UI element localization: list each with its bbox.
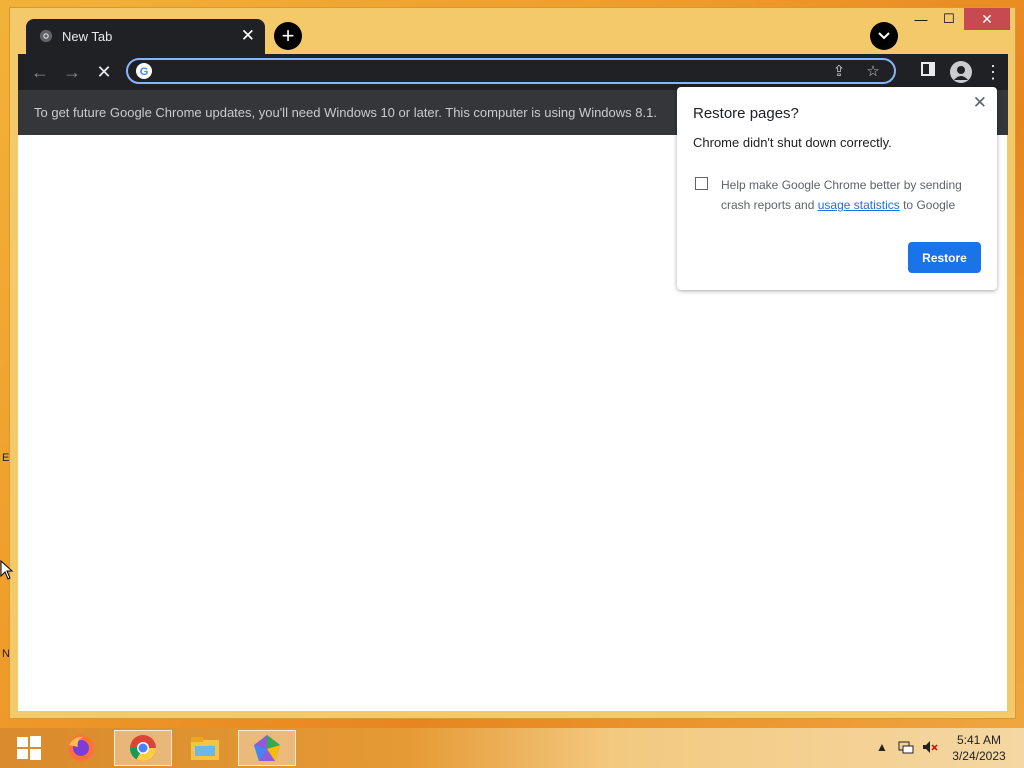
crash-reports-checkbox[interactable] [695,177,708,190]
window-close-button[interactable]: ✕ [964,8,1010,30]
new-tab-button[interactable]: + [274,22,302,50]
taskbar: ▲ 5:41 AM 3/24/2023 [0,728,1024,768]
back-arrow-icon[interactable]: ← [30,62,50,82]
file-explorer-icon[interactable] [176,730,234,766]
infobar-message: To get future Google Chrome updates, you… [34,105,657,120]
tab-strip: New Tab ✕ + — ☐ ✕ [10,8,1015,54]
system-clock[interactable]: 5:41 AM 3/24/2023 [948,732,1010,764]
google-icon: G [136,63,152,79]
clock-date: 3/24/2023 [952,749,1006,763]
usage-statistics-link[interactable]: usage statistics [818,198,900,212]
address-bar[interactable]: G ⇪ ☆ [126,58,896,84]
checkbox-label-suffix: to Google [899,198,956,212]
tab-title: New Tab [62,29,113,44]
app-icon[interactable] [238,730,296,766]
menu-kebab-icon[interactable]: ⋮ [983,62,1003,82]
tab-new-tab[interactable]: New Tab ✕ [26,19,265,54]
forward-arrow-icon[interactable]: → [62,62,82,82]
dialog-close-icon[interactable]: ✕ [973,93,987,113]
chevron-down-icon [878,32,890,40]
show-hidden-icons-icon[interactable]: ▲ [876,740,888,754]
volume-muted-icon[interactable] [922,740,938,757]
clock-time: 5:41 AM [956,733,1002,747]
network-icon[interactable] [898,740,914,757]
dialog-message: Chrome didn't shut down correctly. [693,135,892,150]
restore-pages-dialog: Restore pages? ✕ Chrome didn't shut down… [677,87,997,290]
chrome-icon[interactable] [114,730,172,766]
desktop-icon-label: E [2,452,10,464]
dialog-title: Restore pages? [693,105,799,122]
stop-loading-icon[interactable]: ✕ [94,62,114,82]
restore-button[interactable]: Restore [908,242,981,273]
desktop-icon-label: N [2,648,10,660]
minimize-button[interactable]: — [908,8,934,30]
tab-search-button[interactable] [870,22,898,50]
bookmark-star-icon[interactable]: ☆ [864,63,882,81]
tab-close-icon[interactable]: ✕ [241,26,255,46]
svg-text:G: G [140,66,149,78]
maximize-button[interactable]: ☐ [936,8,962,30]
browser-toolbar: ← → ✕ G ⇪ ☆ ⋮ [18,54,1008,90]
share-icon[interactable]: ⇪ [830,63,848,81]
windows-start-icon[interactable] [0,730,58,766]
side-panel-icon[interactable] [918,62,938,82]
address-input[interactable] [160,62,844,82]
firefox-icon[interactable] [52,730,110,766]
chrome-favicon-icon [39,29,53,43]
checkbox-label: Help make Google Chrome better by sendin… [721,175,977,215]
mouse-cursor-icon [0,560,14,580]
profile-avatar-icon[interactable] [950,61,972,83]
